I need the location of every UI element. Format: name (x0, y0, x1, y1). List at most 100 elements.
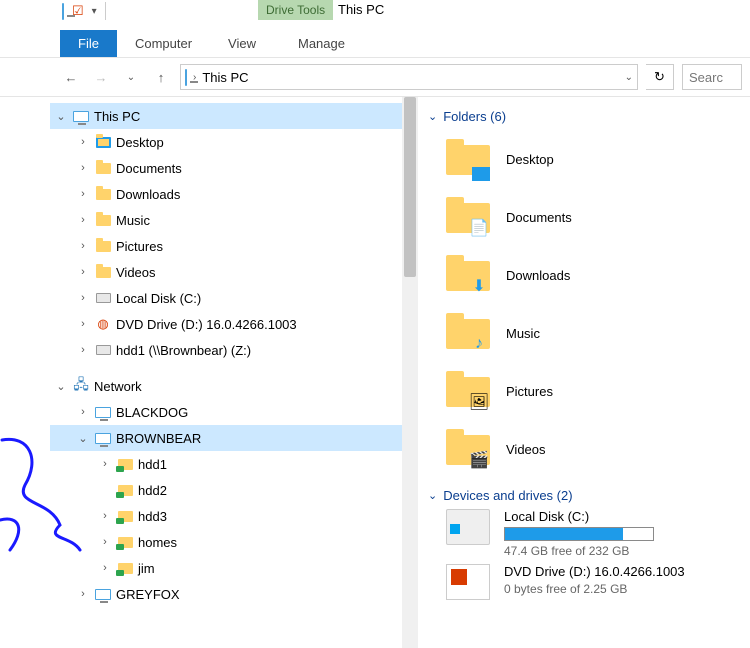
tree-share-hdd1[interactable]: › hdd1 (50, 451, 418, 477)
tree-this-pc[interactable]: ⌄ This PC (50, 103, 418, 129)
search-placeholder: Searc (689, 70, 723, 85)
tree-music[interactable]: › Music (50, 207, 418, 233)
tab-computer[interactable]: Computer (117, 30, 210, 57)
expand-icon[interactable]: › (76, 406, 90, 418)
folder-icon (94, 133, 112, 151)
tree-host-blackdog[interactable]: › BLACKDOG (50, 399, 418, 425)
folder-documents[interactable]: 📄 Documents (428, 188, 740, 246)
expand-icon[interactable]: › (98, 536, 112, 548)
drive-label: DVD Drive (D:) 16.0.4266.1003 (504, 564, 685, 579)
group-drives[interactable]: ⌄ Devices and drives (2) (428, 488, 740, 503)
tree-network-drive-z[interactable]: › hdd1 (\\Brownbear) (Z:) (50, 337, 418, 363)
collapse-icon[interactable]: ⌄ (54, 380, 68, 393)
tree-label: hdd1 (138, 457, 167, 472)
folder-label: Documents (506, 210, 572, 225)
pc-icon (94, 403, 112, 421)
disk-icon (94, 289, 112, 307)
history-dropdown[interactable]: ⌄ (120, 66, 142, 88)
nav-scrollbar[interactable] (402, 97, 418, 648)
disk-icon (446, 509, 490, 545)
contextual-tab-drive-tools[interactable]: Drive Tools (258, 0, 333, 20)
tree-local-disk-c[interactable]: › Local Disk (C:) (50, 285, 418, 311)
group-folders[interactable]: ⌄ Folders (6) (428, 109, 740, 124)
expand-icon[interactable]: › (76, 588, 90, 600)
folder-pictures[interactable]: 🖼 Pictures (428, 362, 740, 420)
qat-properties-icon[interactable]: ☑ (72, 3, 84, 19)
ribbon-tabs: File Computer View Manage (0, 28, 750, 58)
network-icon: 🖧 (72, 377, 90, 395)
tab-manage[interactable]: Manage (280, 30, 363, 57)
folder-label: Videos (506, 442, 546, 457)
tree-label: Network (94, 379, 142, 394)
pc-icon (62, 4, 64, 19)
refresh-button[interactable]: ↻ (646, 64, 674, 90)
share-folder-icon (116, 481, 134, 499)
separator (105, 2, 106, 20)
address-bar[interactable]: › This PC ⌄ (180, 64, 638, 90)
tree-pictures[interactable]: › Pictures (50, 233, 418, 259)
expand-icon[interactable]: › (76, 318, 90, 330)
folder-icon (94, 263, 112, 281)
folder-icon: 🎬 (446, 429, 492, 469)
expand-icon[interactable]: › (76, 214, 90, 226)
tree-label: DVD Drive (D:) 16.0.4266.1003 (116, 317, 297, 332)
navigation-pane: ⌄ This PC › Desktop › Documents › Downlo… (0, 97, 418, 648)
drive-free-text: 47.4 GB free of 232 GB (504, 544, 654, 558)
expand-icon[interactable]: › (98, 562, 112, 574)
tree-share-homes[interactable]: › homes (50, 529, 418, 555)
share-folder-icon (116, 559, 134, 577)
drive-local-disk-c[interactable]: Local Disk (C:) 47.4 GB free of 232 GB (428, 509, 740, 558)
expand-icon[interactable]: › (98, 458, 112, 470)
tab-view[interactable]: View (210, 30, 274, 57)
folder-downloads[interactable]: ⬇ Downloads (428, 246, 740, 304)
tree-label: hdd3 (138, 509, 167, 524)
tree-dvd-drive-d[interactable]: › ◍ DVD Drive (D:) 16.0.4266.1003 (50, 311, 418, 337)
share-folder-icon (116, 455, 134, 473)
tree-downloads[interactable]: › Downloads (50, 181, 418, 207)
tree-share-hdd2[interactable]: › hdd2 (50, 477, 418, 503)
expand-icon[interactable]: › (76, 136, 90, 148)
folder-icon: ♪ (446, 313, 492, 353)
drive-free-text: 0 bytes free of 2.25 GB (504, 582, 685, 596)
pc-icon (94, 429, 112, 447)
forward-button[interactable]: → (90, 66, 112, 88)
folder-icon: 🖼 (446, 371, 492, 411)
drive-dvd-d[interactable]: DVD Drive (D:) 16.0.4266.1003 0 bytes fr… (428, 564, 740, 600)
folder-icon (94, 159, 112, 177)
address-segment[interactable]: This PC (202, 70, 248, 85)
expand-icon[interactable]: › (98, 510, 112, 522)
pc-icon (94, 585, 112, 603)
expand-icon[interactable]: › (76, 292, 90, 304)
tree-label: Videos (116, 265, 156, 280)
collapse-icon[interactable]: ⌄ (76, 432, 90, 445)
main-area: ⌄ This PC › Desktop › Documents › Downlo… (0, 96, 750, 648)
search-input[interactable]: Searc (682, 64, 742, 90)
tree-share-hdd3[interactable]: › hdd3 (50, 503, 418, 529)
folder-desktop[interactable]: Desktop (428, 130, 740, 188)
folder-icon: ⬇ (446, 255, 492, 295)
expand-icon[interactable]: › (76, 344, 90, 356)
tree-network[interactable]: ⌄ 🖧 Network (50, 373, 418, 399)
tree-videos[interactable]: › Videos (50, 259, 418, 285)
window-title: This PC (338, 2, 384, 17)
tree-host-brownbear[interactable]: ⌄ BROWNBEAR (50, 425, 418, 451)
tree-host-greyfox[interactable]: › GREYFOX (50, 581, 418, 607)
tree-desktop[interactable]: › Desktop (50, 129, 418, 155)
qat-dropdown-icon[interactable]: ▾ (92, 6, 97, 17)
expand-icon[interactable]: › (76, 266, 90, 278)
expand-icon[interactable]: › (76, 162, 90, 174)
tab-file[interactable]: File (60, 30, 117, 57)
address-dropdown-icon[interactable]: ⌄ (625, 72, 633, 83)
expand-icon[interactable]: › (76, 188, 90, 200)
collapse-icon[interactable]: ⌄ (54, 110, 68, 123)
up-button[interactable]: ↑ (150, 66, 172, 88)
folder-label: Downloads (506, 268, 570, 283)
chevron-down-icon: ⌄ (428, 110, 437, 123)
folder-videos[interactable]: 🎬 Videos (428, 420, 740, 478)
tree-share-jim[interactable]: › jim (50, 555, 418, 581)
folder-music[interactable]: ♪ Music (428, 304, 740, 362)
expand-icon[interactable]: › (76, 240, 90, 252)
tree-label: Local Disk (C:) (116, 291, 201, 306)
back-button[interactable]: ← (60, 66, 82, 88)
tree-documents[interactable]: › Documents (50, 155, 418, 181)
